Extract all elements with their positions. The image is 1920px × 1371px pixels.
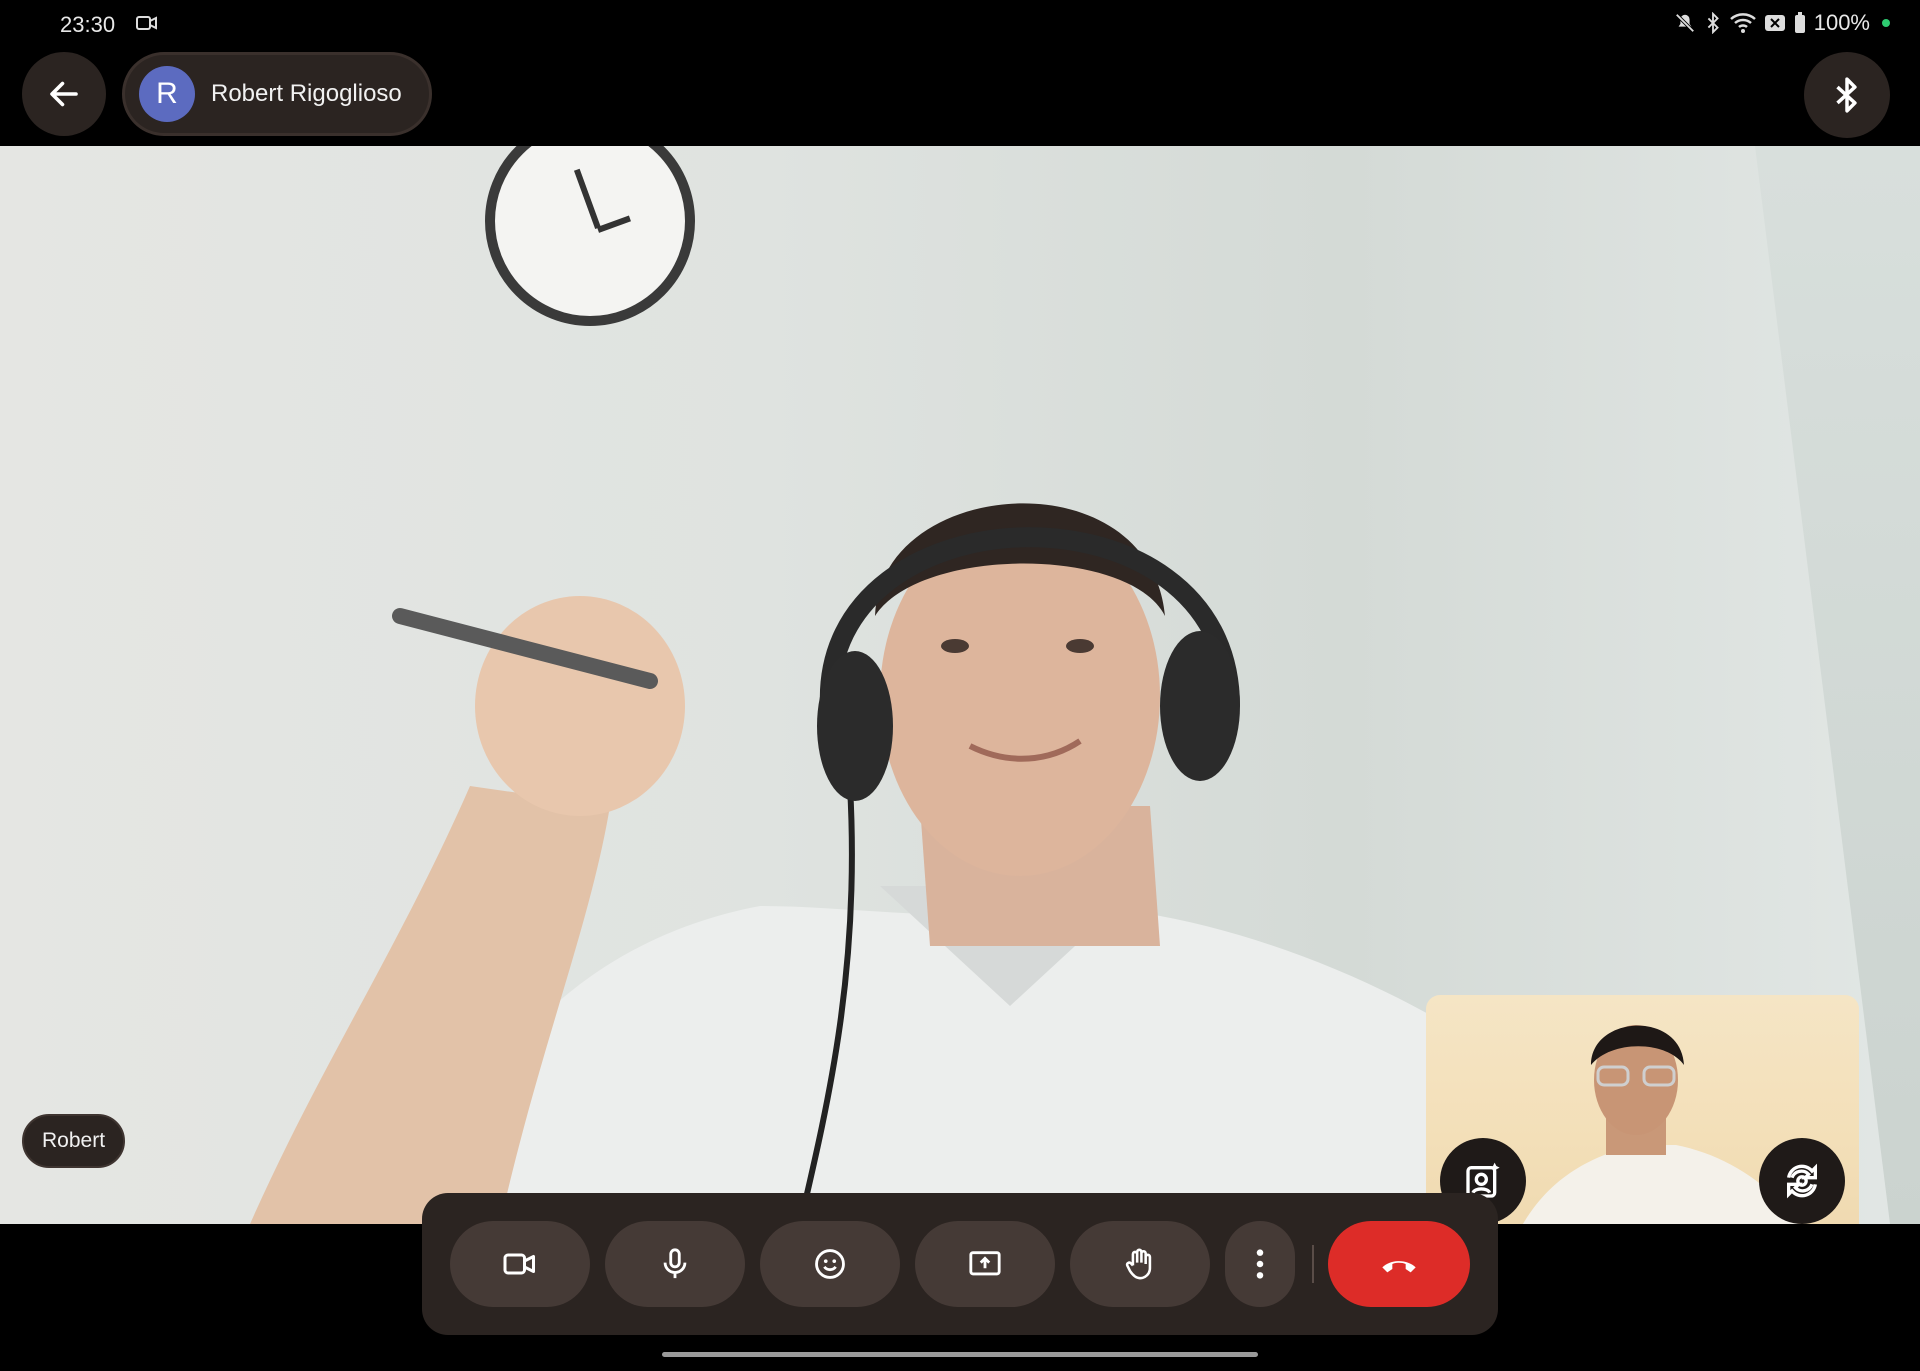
end-call-button[interactable]: [1328, 1221, 1470, 1307]
participant-chip[interactable]: R Robert Rigoglioso: [122, 52, 432, 136]
mute-icon: [1674, 12, 1696, 34]
back-button[interactable]: [22, 52, 106, 136]
battery-icon: [1794, 12, 1806, 34]
call-control-bar: [422, 1193, 1498, 1335]
microphone-icon: [663, 1248, 687, 1279]
flip-camera-button[interactable]: [1759, 1138, 1845, 1224]
video-record-icon: [136, 14, 158, 37]
remote-name-tag: Robert: [22, 1114, 126, 1168]
present-screen-button[interactable]: [915, 1221, 1055, 1307]
status-time: 23:30: [60, 12, 116, 37]
camera-toggle-button[interactable]: [450, 1221, 590, 1307]
home-indicator[interactable]: [662, 1352, 1258, 1357]
bluetooth-icon: [1704, 12, 1722, 34]
more-options-icon: [1256, 1249, 1264, 1279]
avatar: R: [139, 66, 195, 122]
camera-icon: [503, 1253, 535, 1275]
remote-video-feed: [0, 146, 1920, 1224]
no-sim-icon: [1764, 13, 1786, 33]
wifi-icon: [1729, 12, 1756, 34]
bluetooth-audio-button[interactable]: [1804, 52, 1890, 138]
bluetooth-icon: [1836, 77, 1857, 113]
control-divider: [1312, 1245, 1314, 1283]
end-call-icon: [1382, 1261, 1416, 1273]
self-view-preview: [1426, 995, 1859, 1224]
participant-name: Robert Rigoglioso: [211, 80, 402, 107]
raise-hand-icon: [1125, 1248, 1152, 1280]
arrow-left-icon: [50, 81, 78, 107]
raise-hand-button[interactable]: [1070, 1221, 1210, 1307]
more-options-button[interactable]: [1225, 1221, 1295, 1307]
emoji-icon: [815, 1249, 845, 1279]
present-screen-icon: [969, 1251, 1001, 1276]
privacy-indicator: [1882, 19, 1890, 27]
reactions-button[interactable]: [760, 1221, 900, 1307]
microphone-toggle-button[interactable]: [605, 1221, 745, 1307]
status-icons: 100%: [1674, 10, 1890, 36]
battery-level: 100%: [1813, 10, 1870, 35]
flip-camera-icon: [1787, 1163, 1817, 1199]
